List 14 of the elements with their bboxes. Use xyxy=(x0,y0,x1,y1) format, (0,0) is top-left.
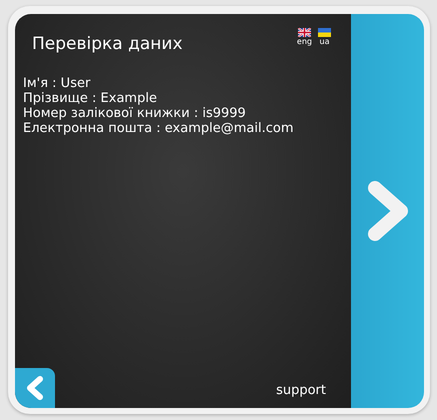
support-link[interactable]: support xyxy=(276,380,326,400)
chevron-left-icon xyxy=(25,375,45,401)
flag-icon xyxy=(318,28,331,37)
next-button[interactable] xyxy=(366,180,410,242)
chevron-right-icon xyxy=(366,180,410,242)
back-button[interactable] xyxy=(15,368,55,408)
language-button[interactable]: ua xyxy=(318,28,331,46)
detail-line: Ім'я : User xyxy=(23,76,92,90)
detail-line: Номер залікової книжки : is9999 xyxy=(23,106,247,120)
detail-line: Прізвище : Example xyxy=(23,90,158,106)
language-button[interactable]: eng xyxy=(296,28,312,46)
flag-icon xyxy=(298,28,311,37)
detail-line: Електронна пошта : example@mail.com xyxy=(23,120,294,136)
dialog-title: Перевірка даних xyxy=(32,33,183,56)
